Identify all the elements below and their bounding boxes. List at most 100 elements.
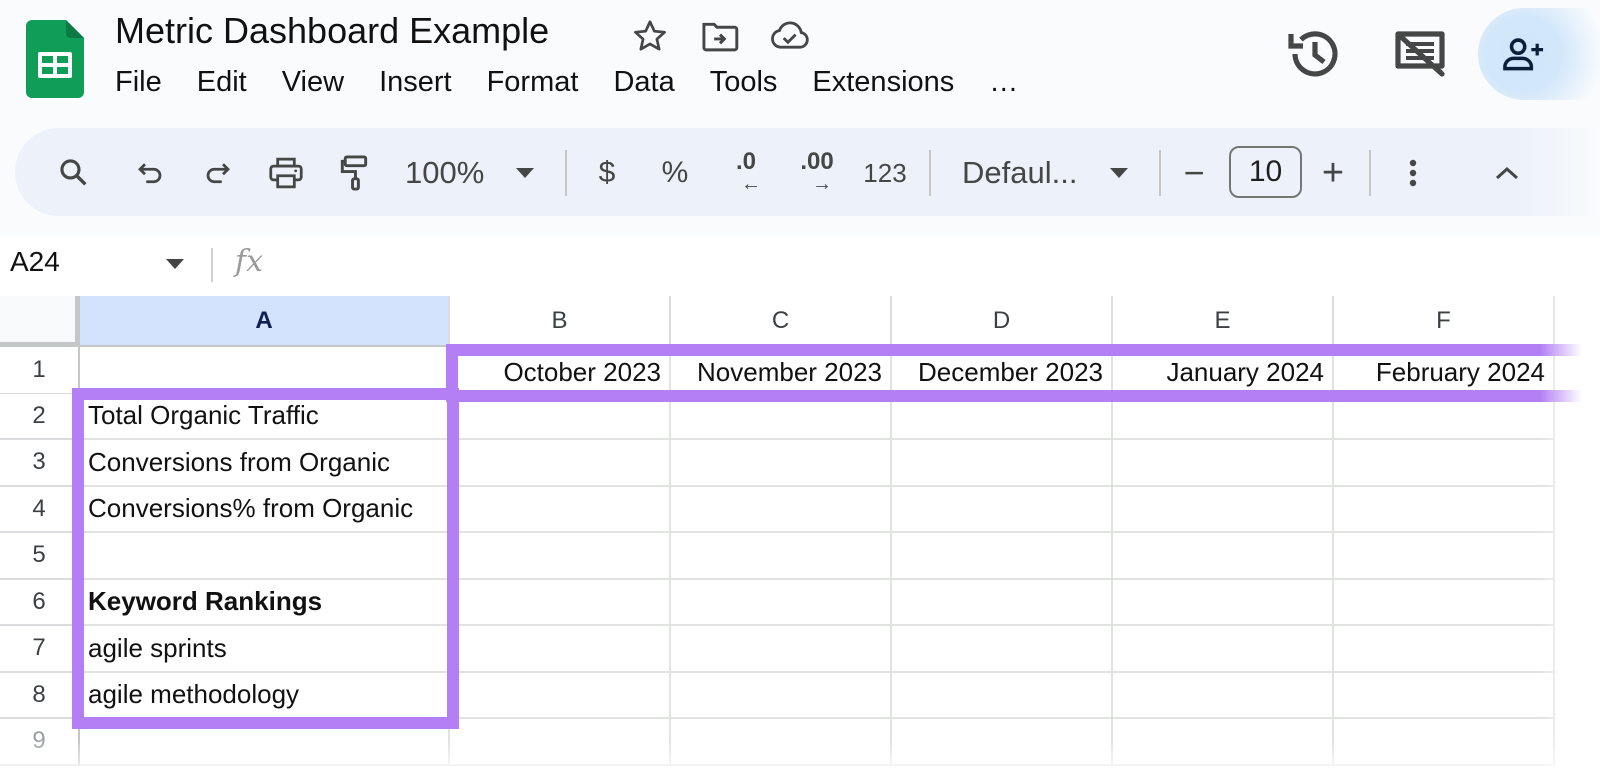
cell-a1[interactable] bbox=[80, 347, 450, 395]
cell-f2[interactable] bbox=[1334, 393, 1555, 440]
decrease-font-size-button[interactable]: − bbox=[1178, 148, 1210, 198]
search-menus-button[interactable] bbox=[52, 148, 96, 198]
menu-view[interactable]: View bbox=[282, 66, 344, 99]
cell-c4[interactable] bbox=[671, 486, 892, 533]
redo-button[interactable] bbox=[196, 148, 240, 198]
paint-format-button[interactable] bbox=[332, 148, 376, 198]
cell-c8[interactable] bbox=[671, 672, 892, 719]
undo-button[interactable] bbox=[128, 148, 172, 198]
menu-insert[interactable]: Insert bbox=[379, 66, 452, 99]
row-header-6[interactable]: 6 bbox=[0, 579, 80, 626]
name-box[interactable]: A24 bbox=[10, 246, 60, 278]
menu-edit[interactable]: Edit bbox=[197, 66, 247, 99]
font-dropdown-caret[interactable] bbox=[1105, 148, 1133, 198]
cell-d2[interactable] bbox=[892, 393, 1113, 440]
row-header-5[interactable]: 5 bbox=[0, 533, 80, 580]
cell-d6[interactable] bbox=[892, 579, 1113, 626]
menu-more[interactable]: … bbox=[989, 66, 1018, 99]
menu-data[interactable]: Data bbox=[613, 66, 674, 99]
cell-d5[interactable] bbox=[892, 533, 1113, 580]
cell-b3[interactable] bbox=[450, 440, 671, 487]
cell-c2[interactable] bbox=[671, 393, 892, 440]
cell-a5[interactable] bbox=[80, 533, 450, 580]
name-box-caret-icon[interactable] bbox=[166, 259, 184, 269]
cell-a4[interactable]: Conversions% from Organic bbox=[80, 486, 450, 533]
star-icon[interactable] bbox=[628, 14, 672, 58]
cell-e4[interactable] bbox=[1113, 486, 1334, 533]
cell-e6[interactable] bbox=[1113, 579, 1334, 626]
document-title[interactable]: Metric Dashboard Example bbox=[115, 10, 549, 52]
zoom-select[interactable]: 100% bbox=[405, 148, 495, 198]
cell-a8[interactable]: agile methodology bbox=[80, 672, 450, 719]
menu-extensions[interactable]: Extensions bbox=[812, 66, 954, 99]
row-header-1[interactable]: 1 bbox=[0, 347, 80, 395]
cell-a2[interactable]: Total Organic Traffic bbox=[80, 393, 450, 440]
cell-b1[interactable]: October 2023 bbox=[450, 347, 671, 395]
row-header-4[interactable]: 4 bbox=[0, 486, 80, 533]
cell-e5[interactable] bbox=[1113, 533, 1334, 580]
cell-c1[interactable]: November 2023 bbox=[671, 347, 892, 395]
share-button[interactable] bbox=[1478, 8, 1600, 100]
cell-c6[interactable] bbox=[671, 579, 892, 626]
cell-c5[interactable] bbox=[671, 533, 892, 580]
more-formats-button[interactable]: 123 bbox=[862, 148, 908, 198]
cell-d3[interactable] bbox=[892, 440, 1113, 487]
formula-input[interactable] bbox=[290, 244, 1590, 284]
cell-e8[interactable] bbox=[1113, 672, 1334, 719]
print-button[interactable] bbox=[264, 148, 308, 198]
hide-menus-button[interactable] bbox=[1490, 148, 1524, 198]
column-header-d[interactable]: D bbox=[892, 296, 1113, 347]
cell-a6[interactable]: Keyword Rankings bbox=[80, 579, 450, 626]
font-family-select[interactable]: Defaul... bbox=[962, 148, 1082, 198]
increase-font-size-button[interactable]: + bbox=[1316, 148, 1350, 198]
version-history-icon[interactable] bbox=[1283, 26, 1343, 82]
increase-decimal-button[interactable]: .00 → bbox=[792, 148, 842, 198]
decrease-decimal-button[interactable]: .0 ← bbox=[722, 148, 770, 198]
cell-e1[interactable]: January 2024 bbox=[1113, 347, 1334, 395]
comments-icon[interactable] bbox=[1392, 28, 1448, 80]
cell-a7[interactable]: agile sprints bbox=[80, 626, 450, 673]
cell-c7[interactable] bbox=[671, 626, 892, 673]
cell-f3[interactable] bbox=[1334, 440, 1555, 487]
cell-e7[interactable] bbox=[1113, 626, 1334, 673]
row-header-3[interactable]: 3 bbox=[0, 440, 80, 487]
menu-tools[interactable]: Tools bbox=[710, 66, 778, 99]
cell-f6[interactable] bbox=[1334, 579, 1555, 626]
cell-f1[interactable]: February 2024 bbox=[1334, 347, 1555, 395]
cell-b4[interactable] bbox=[450, 486, 671, 533]
cell-e2[interactable] bbox=[1113, 393, 1334, 440]
sheets-logo-icon[interactable] bbox=[26, 20, 84, 98]
format-currency-button[interactable]: $ bbox=[590, 148, 624, 198]
cell-d8[interactable] bbox=[892, 672, 1113, 719]
column-header-f[interactable]: F bbox=[1334, 296, 1555, 347]
column-header-c[interactable]: C bbox=[671, 296, 892, 347]
cell-b7[interactable] bbox=[450, 626, 671, 673]
cell-e3[interactable] bbox=[1113, 440, 1334, 487]
font-size-input[interactable]: 10 bbox=[1229, 146, 1302, 198]
cell-c3[interactable] bbox=[671, 440, 892, 487]
cell-f7[interactable] bbox=[1334, 626, 1555, 673]
cell-d1[interactable]: December 2023 bbox=[892, 347, 1113, 395]
format-percent-button[interactable]: % bbox=[658, 148, 692, 198]
cell-d7[interactable] bbox=[892, 626, 1113, 673]
cloud-saved-icon[interactable] bbox=[768, 14, 812, 58]
cell-a3[interactable]: Conversions from Organic bbox=[80, 440, 450, 487]
row-header-8[interactable]: 8 bbox=[0, 672, 80, 719]
cell-d4[interactable] bbox=[892, 486, 1113, 533]
select-all-corner[interactable] bbox=[0, 296, 80, 347]
move-to-folder-icon[interactable] bbox=[698, 14, 742, 58]
row-header-7[interactable]: 7 bbox=[0, 626, 80, 673]
cell-b8[interactable] bbox=[450, 672, 671, 719]
cell-f5[interactable] bbox=[1334, 533, 1555, 580]
more-options-button[interactable] bbox=[1398, 148, 1428, 198]
zoom-dropdown-caret[interactable] bbox=[510, 148, 540, 198]
cell-b6[interactable] bbox=[450, 579, 671, 626]
menu-file[interactable]: File bbox=[115, 66, 162, 99]
column-header-e[interactable]: E bbox=[1113, 296, 1334, 347]
menu-format[interactable]: Format bbox=[487, 66, 579, 99]
cell-f4[interactable] bbox=[1334, 486, 1555, 533]
column-header-a[interactable]: A bbox=[80, 296, 450, 347]
cell-f8[interactable] bbox=[1334, 672, 1555, 719]
cell-b5[interactable] bbox=[450, 533, 671, 580]
column-header-b[interactable]: B bbox=[450, 296, 671, 347]
